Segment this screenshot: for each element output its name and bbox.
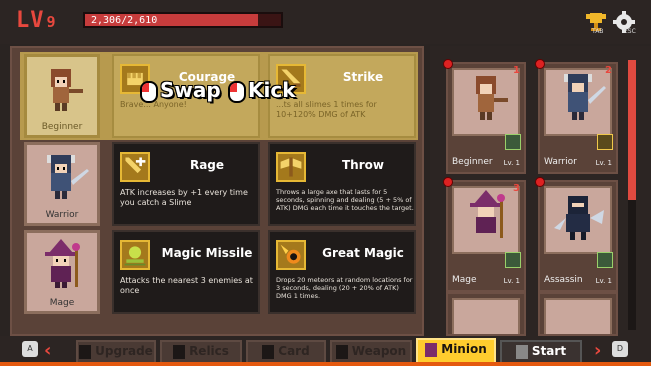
- right-mouse-icon: [228, 80, 246, 103]
- portrait-label: Beginner: [41, 122, 83, 132]
- minion-card-mage[interactable]: 3 Mage Lv. 1: [443, 177, 526, 292]
- minion-level: Lv. 1: [595, 277, 612, 285]
- top-hud: LV 9 2,306/2,610 TAB ESC: [0, 0, 651, 44]
- skill-title: Throw: [342, 158, 384, 172]
- skill-desc: Attacks the nearest 3 enemies at once: [120, 276, 253, 295]
- missile-icon: [120, 240, 150, 270]
- minion-card-partial[interactable]: [446, 292, 526, 336]
- crossed-swords-icon: [515, 344, 528, 359]
- upgrade-icon: [79, 344, 92, 359]
- skill-title: Strike: [342, 70, 384, 84]
- minion-name: Assassin: [544, 275, 583, 285]
- skill-title: Great Magic: [322, 246, 404, 260]
- class-row-mage[interactable]: Mage Magic Missile Attacks the nearest 3…: [20, 228, 418, 316]
- minion-name: Beginner: [452, 157, 493, 167]
- tab-card[interactable]: Card: [246, 340, 326, 364]
- left-key-hint: A: [22, 341, 38, 357]
- esc-key-tag: ESC: [624, 28, 636, 35]
- hammer-icon: [335, 344, 348, 359]
- skill-card-great-magic[interactable]: Great Magic Drops 20 meteors at random l…: [268, 230, 416, 314]
- minion-level: Lv. 1: [595, 159, 612, 167]
- class-row-warrior[interactable]: Warrior Rage ATK increases by +1 every t…: [20, 140, 418, 228]
- assassin-sprite-icon: [554, 196, 604, 240]
- beginner-sprite-icon: [476, 76, 508, 120]
- minion-portrait: [544, 68, 612, 136]
- tab-label: Upgrade: [95, 344, 153, 358]
- prev-tab-arrow-icon[interactable]: ‹: [44, 340, 51, 361]
- mage-portrait[interactable]: Mage: [24, 230, 100, 314]
- card-icon: [262, 344, 275, 359]
- tab-label: Card: [278, 344, 310, 358]
- tab-label: Minion: [441, 342, 487, 356]
- skill-card-throw[interactable]: Throw Throws a large axe that lasts for …: [268, 142, 416, 226]
- skill-title: Rage: [189, 158, 225, 172]
- minion-count: 3: [513, 183, 520, 194]
- level-indicator: LV 9: [16, 8, 57, 33]
- beginner-sprite-icon: [51, 69, 83, 111]
- mage-sprite-icon: [470, 190, 505, 238]
- level-prefix: LV: [16, 8, 45, 33]
- xp-text: 2,306/2,610: [91, 15, 158, 26]
- warrior-sprite-icon: [47, 155, 89, 199]
- skill-desc: ...ts all slimes 1 times for 10+120% DMG…: [276, 100, 377, 119]
- skill-title: Magic Missile: [161, 246, 253, 260]
- portrait-label: Warrior: [45, 210, 79, 220]
- kick-label: Kick: [248, 78, 296, 102]
- tab-upgrade[interactable]: Upgrade: [76, 340, 156, 364]
- tab-label: Weapon: [351, 344, 407, 358]
- beginner-portrait[interactable]: Beginner: [24, 54, 100, 138]
- next-tab-arrow-icon[interactable]: ›: [594, 340, 601, 361]
- minion-portrait: [452, 68, 520, 136]
- skill-desc: ATK increases by +1 every time you catch…: [120, 188, 248, 207]
- minion-portrait: [544, 186, 612, 254]
- meteor-icon: [276, 240, 306, 270]
- start-button[interactable]: Start: [500, 340, 582, 364]
- warrior-portrait[interactable]: Warrior: [24, 142, 100, 226]
- portrait-label: Mage: [49, 298, 75, 308]
- skill-card-rage[interactable]: Rage ATK increases by +1 every time you …: [112, 142, 260, 226]
- kick-hint: Kick: [228, 78, 296, 104]
- minion-count: 2: [605, 65, 612, 76]
- class-badge-icon: [597, 252, 613, 268]
- tab-minion[interactable]: Minion: [416, 338, 496, 364]
- warrior-sprite-icon: [564, 74, 606, 120]
- class-badge-icon: [597, 134, 613, 150]
- minion-name: Warrior: [544, 157, 577, 167]
- class-badge-icon: [505, 252, 521, 268]
- minion-name: Mage: [452, 275, 477, 285]
- tab-weapon[interactable]: Weapon: [330, 340, 412, 364]
- minion-card-partial[interactable]: [538, 292, 618, 336]
- tab-label: Relics: [189, 344, 229, 358]
- left-mouse-icon: [140, 80, 158, 103]
- gem-icon: [173, 344, 186, 359]
- mage-sprite-icon: [45, 239, 80, 288]
- sword-plus-icon: [120, 152, 150, 182]
- minion-card-beginner[interactable]: 1 Beginner Lv. 1: [443, 59, 526, 174]
- swap-label: Swap: [160, 78, 221, 102]
- minion-portrait: [452, 298, 520, 334]
- skill-desc: Throws a large axe that lasts for 5 seco…: [276, 188, 414, 212]
- axe-icon: [276, 152, 306, 182]
- minion-count: 1: [513, 65, 520, 76]
- minion-portrait: [452, 186, 520, 254]
- minion-card-warrior[interactable]: 2 Warrior Lv. 1: [535, 59, 618, 174]
- class-badge-icon: [505, 134, 521, 150]
- minion-scrollbar-thumb[interactable]: [628, 60, 636, 200]
- level-number: 9: [46, 13, 57, 31]
- tab-key-tag: TAB: [592, 28, 604, 35]
- minion-portrait: [544, 298, 612, 334]
- bottom-accent-bar: [0, 362, 651, 366]
- minion-icon: [425, 342, 438, 357]
- xp-bar: 2,306/2,610: [83, 12, 283, 28]
- minion-level: Lv. 1: [503, 159, 520, 167]
- minion-card-assassin[interactable]: Assassin Lv. 1: [535, 177, 618, 292]
- minion-level: Lv. 1: [503, 277, 520, 285]
- tab-label: Start: [531, 344, 567, 358]
- skill-desc: Drops 20 meteors at random locations for…: [276, 276, 413, 300]
- swap-hint: Swap: [140, 78, 221, 104]
- right-key-hint: D: [612, 341, 628, 357]
- tab-relics[interactable]: Relics: [160, 340, 242, 364]
- skill-card-magic-missile[interactable]: Magic Missile Attacks the nearest 3 enem…: [112, 230, 260, 314]
